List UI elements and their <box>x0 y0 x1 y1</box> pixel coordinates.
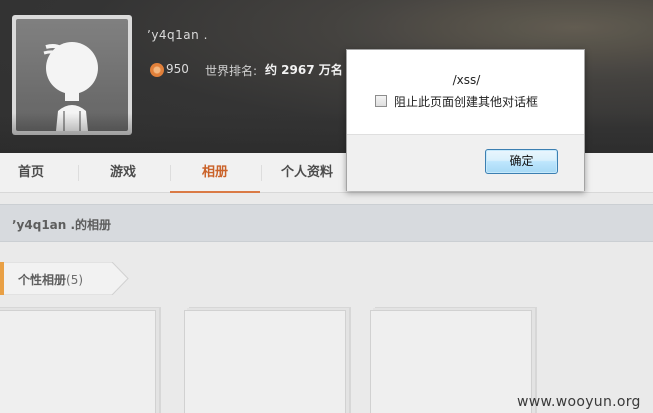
suppress-dialogs-checkbox[interactable] <box>375 95 387 107</box>
album-card[interactable] <box>184 310 346 413</box>
nav-profile[interactable]: 个人资料 <box>262 153 352 193</box>
page-title: ʼy4q1an .的相册 <box>12 218 112 232</box>
category-count: (5) <box>66 273 84 287</box>
default-avatar-icon <box>43 42 98 131</box>
avatar[interactable] <box>12 15 132 135</box>
nav-album[interactable]: 相册 <box>170 153 260 193</box>
suppress-dialogs-label[interactable]: 阻止此页面创建其他对话框 <box>394 93 538 110</box>
category-name: 个性相册 <box>18 273 67 287</box>
ok-button[interactable]: 确定 <box>485 149 558 174</box>
nav-games[interactable]: 游戏 <box>78 153 168 193</box>
alert-dialog: /xss/ 阻止此页面创建其他对话框 确定 <box>346 49 585 191</box>
album-card[interactable] <box>0 310 156 413</box>
rank-label: 世界排名: <box>205 64 258 78</box>
rank-value: 约 2967 万名 <box>265 63 343 77</box>
dialog-message: /xss/ <box>452 73 481 87</box>
album-card[interactable] <box>370 310 532 413</box>
coin-icon <box>150 63 164 77</box>
category-label[interactable]: 个性相册(5) <box>18 271 83 288</box>
username: ʼy4q1an . <box>147 28 208 42</box>
album-title-bar: ʼy4q1an .的相册 <box>0 204 653 242</box>
watermark: www.wooyun.org <box>517 394 641 410</box>
avatar-image <box>16 19 128 131</box>
nav-home[interactable]: 首页 <box>0 153 62 193</box>
dialog-footer: 确定 <box>347 134 584 191</box>
coin-count: 950 <box>166 62 189 76</box>
